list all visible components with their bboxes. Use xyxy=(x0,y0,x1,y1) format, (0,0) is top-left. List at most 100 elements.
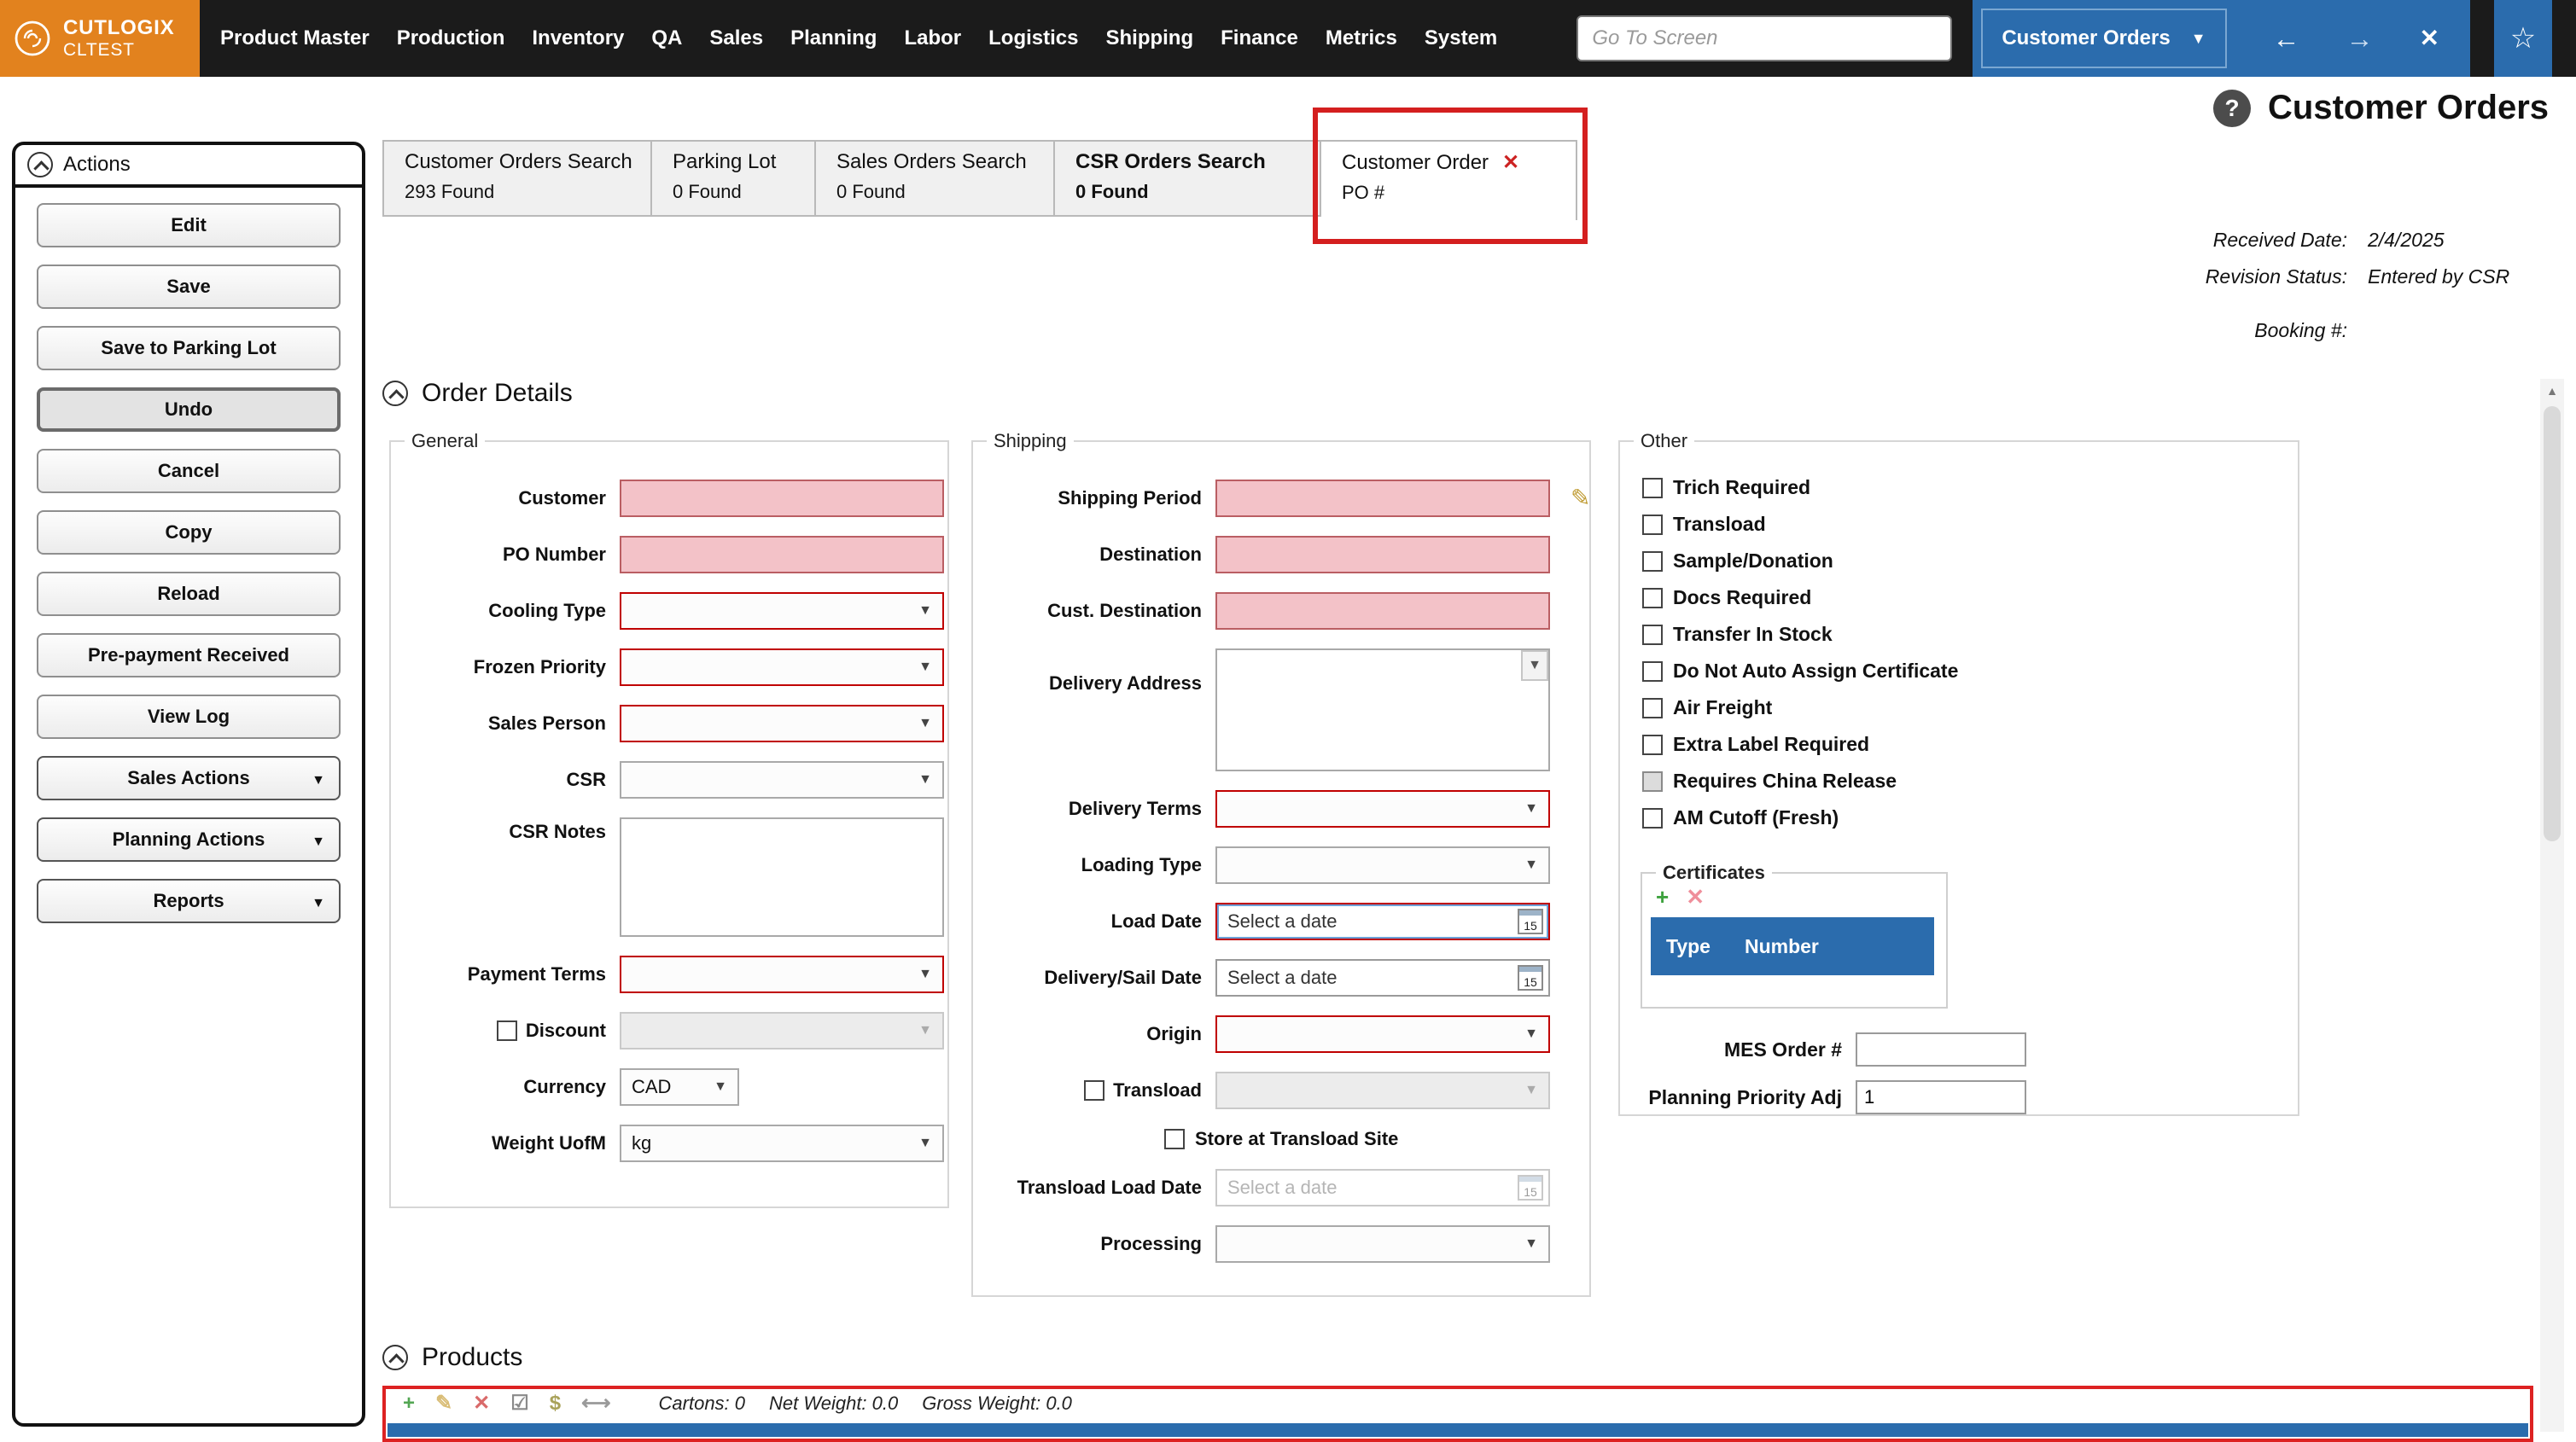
gross-weight: Gross Weight: 0.0 xyxy=(922,1393,1072,1415)
air-freight-checkbox[interactable] xyxy=(1642,698,1663,718)
chevron-down-icon: ▼ xyxy=(918,716,932,731)
payment-terms-select[interactable]: ▼ xyxy=(620,956,944,993)
delete-certificate-button[interactable]: ✕ xyxy=(1686,884,1705,910)
delete-product-icon[interactable]: ✕ xyxy=(473,1393,490,1414)
planning-actions-menu-button[interactable]: Planning Actions▼ xyxy=(37,817,341,862)
loading-type-select[interactable]: ▼ xyxy=(1215,846,1550,884)
docs-required-checkbox[interactable] xyxy=(1642,588,1663,608)
am-cutoff-fresh-checkbox[interactable] xyxy=(1642,808,1663,829)
collapse-chevron-icon[interactable] xyxy=(27,152,53,177)
delivery-address-textarea[interactable] xyxy=(1215,648,1550,771)
goto-screen-input[interactable] xyxy=(1576,15,1952,61)
select-products-icon[interactable]: ☑ xyxy=(510,1393,529,1414)
menu-item-finance[interactable]: Finance xyxy=(1221,26,1298,50)
csr-select[interactable]: ▼ xyxy=(620,761,944,799)
store-at-transload-checkbox[interactable] xyxy=(1164,1129,1185,1149)
screen-selector[interactable]: Customer Orders ▼ xyxy=(1981,9,2226,68)
po-number-input[interactable] xyxy=(620,536,944,573)
menu-item-sales[interactable]: Sales xyxy=(709,26,763,50)
cust-destination-input[interactable] xyxy=(1215,592,1550,630)
menu-item-metrics[interactable]: Metrics xyxy=(1326,26,1397,50)
trich-required-checkbox[interactable] xyxy=(1642,478,1663,498)
reload-button[interactable]: Reload xyxy=(37,572,341,616)
chevron-down-icon: ▼ xyxy=(918,1136,932,1151)
cert-column-type: Type xyxy=(1666,935,1711,958)
cooling-type-select[interactable]: ▼ xyxy=(620,592,944,630)
scrollbar-thumb[interactable] xyxy=(2544,406,2561,841)
menu-item-product-master[interactable]: Product Master xyxy=(220,26,370,50)
undo-button[interactable]: Undo xyxy=(37,387,341,432)
menu-item-inventory[interactable]: Inventory xyxy=(532,26,624,50)
transload-checkbox[interactable] xyxy=(1084,1080,1104,1101)
view-log-button[interactable]: View Log xyxy=(37,695,341,739)
transfer-in-stock-checkbox[interactable] xyxy=(1642,625,1663,645)
save-to-parking-lot-button[interactable]: Save to Parking Lot xyxy=(37,326,341,370)
sales-person-select[interactable]: ▼ xyxy=(620,705,944,742)
pre-payment-received-button[interactable]: Pre-payment Received xyxy=(37,633,341,677)
delivery-terms-select[interactable]: ▼ xyxy=(1215,790,1550,828)
origin-select[interactable]: ▼ xyxy=(1215,1015,1550,1053)
tab-label: Parking Lot xyxy=(673,150,794,174)
reports-menu-button[interactable]: Reports▼ xyxy=(37,879,341,923)
currency-select[interactable]: CAD▼ xyxy=(620,1068,739,1106)
menu-item-logistics[interactable]: Logistics xyxy=(988,26,1078,50)
tab-customer-orders-search[interactable]: Customer Orders Search 293 Found xyxy=(382,140,652,217)
customer-input[interactable] xyxy=(620,480,944,517)
sample-donation-checkbox[interactable] xyxy=(1642,551,1663,572)
do-not-auto-assign-certificate-checkbox[interactable] xyxy=(1642,661,1663,682)
edit-pencil-icon[interactable]: ✎ xyxy=(1571,486,1590,510)
cancel-button[interactable]: Cancel xyxy=(37,449,341,493)
shipping-period-input[interactable] xyxy=(1215,480,1550,517)
planning-priority-adj-input[interactable] xyxy=(1856,1080,2026,1114)
save-button[interactable]: Save xyxy=(37,265,341,309)
tab-sublabel: 0 Found xyxy=(836,181,1033,203)
collapse-chevron-icon[interactable] xyxy=(382,381,408,406)
calendar-icon[interactable]: 15 xyxy=(1518,965,1543,991)
sales-actions-menu-button[interactable]: Sales Actions▼ xyxy=(37,756,341,800)
scrollbar-up-arrow[interactable]: ▲ xyxy=(2540,379,2564,403)
favorite-button[interactable]: ☆ xyxy=(2494,0,2552,77)
add-certificate-button[interactable]: + xyxy=(1656,884,1669,910)
edit-button[interactable]: Edit xyxy=(37,203,341,247)
order-details-section-header[interactable]: Order Details xyxy=(382,379,573,408)
calendar-icon[interactable]: 15 xyxy=(1518,909,1543,934)
help-icon[interactable]: ? xyxy=(2213,90,2251,127)
chevron-down-icon: ▼ xyxy=(312,834,325,850)
pricing-icon[interactable]: $ xyxy=(550,1393,561,1414)
delivery-address-dropdown-button[interactable]: ▼ xyxy=(1521,650,1548,681)
menu-item-labor[interactable]: Labor xyxy=(904,26,961,50)
collapse-chevron-icon[interactable] xyxy=(382,1345,408,1370)
tab-parking-lot[interactable]: Parking Lot 0 Found xyxy=(652,140,816,217)
tab-sales-orders-search[interactable]: Sales Orders Search 0 Found xyxy=(816,140,1055,217)
weight-uofm-select[interactable]: kg▼ xyxy=(620,1125,944,1162)
tab-csr-orders-search[interactable]: CSR Orders Search 0 Found xyxy=(1055,140,1321,217)
frozen-priority-select[interactable]: ▼ xyxy=(620,648,944,686)
back-button[interactable]: ← xyxy=(2273,25,2300,52)
tab-customer-order[interactable]: Customer Order✕ PO # xyxy=(1321,140,1577,220)
copy-button[interactable]: Copy xyxy=(37,510,341,555)
tab-close-icon[interactable]: ✕ xyxy=(1502,151,1519,174)
close-screen-button[interactable]: ✕ xyxy=(2420,26,2439,50)
menu-item-qa[interactable]: QA xyxy=(651,26,682,50)
menu-item-planning[interactable]: Planning xyxy=(790,26,877,50)
transload-other-checkbox[interactable] xyxy=(1642,515,1663,535)
discount-checkbox[interactable] xyxy=(497,1020,517,1041)
menu-item-production[interactable]: Production xyxy=(397,26,505,50)
forward-button[interactable]: → xyxy=(2346,25,2374,52)
menu-item-shipping[interactable]: Shipping xyxy=(1105,26,1193,50)
processing-select[interactable]: ▼ xyxy=(1215,1225,1550,1263)
dimensions-icon[interactable]: ⟷ xyxy=(581,1393,610,1414)
mes-order-input[interactable] xyxy=(1856,1032,2026,1067)
csr-notes-textarea[interactable] xyxy=(620,817,944,937)
vertical-scrollbar[interactable]: ▲ xyxy=(2540,379,2564,1432)
app-logo[interactable]: CUTLOGIX CLTEST xyxy=(0,0,200,77)
actions-panel-header[interactable]: Actions xyxy=(15,145,362,188)
products-section-header[interactable]: Products xyxy=(382,1343,522,1372)
extra-label-required-checkbox[interactable] xyxy=(1642,735,1663,755)
delivery-sail-date-input[interactable]: Select a date 15 xyxy=(1215,959,1550,997)
edit-product-icon[interactable]: ✎ xyxy=(435,1393,452,1414)
menu-item-system[interactable]: System xyxy=(1425,26,1497,50)
load-date-input[interactable]: Select a date 15 xyxy=(1215,903,1550,940)
destination-input[interactable] xyxy=(1215,536,1550,573)
add-product-icon[interactable]: + xyxy=(403,1393,415,1414)
